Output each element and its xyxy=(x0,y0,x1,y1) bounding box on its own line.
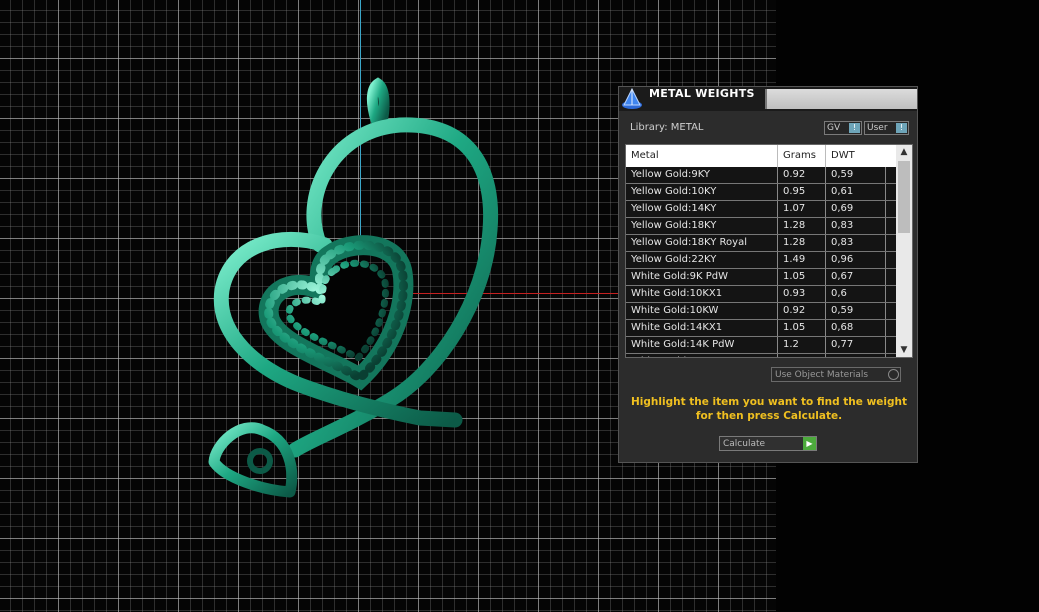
info-icon: ! xyxy=(849,123,860,133)
scroll-up-icon[interactable]: ▲ xyxy=(896,145,912,159)
table-row[interactable]: Yellow Gold:9KY 0.92 0,59 xyxy=(626,167,896,184)
gv-library-button[interactable]: GV ! xyxy=(824,121,862,135)
cell-dwt: 0,77 xyxy=(826,337,886,353)
instruction-text: Highlight the item you want to find the … xyxy=(629,395,909,423)
cell-dwt: 0,59 xyxy=(826,167,886,183)
cell-grams: 1.2 xyxy=(778,337,826,353)
calculate-label: Calculate xyxy=(723,439,766,449)
cell-grams: 1.28 xyxy=(778,235,826,251)
table-row[interactable]: Yellow Gold:10KY 0.95 0,61 xyxy=(626,184,896,201)
table-row[interactable]: Yellow Gold:14KY 1.07 0,69 xyxy=(626,201,896,218)
cell-metal: White Gold:10KX1 xyxy=(626,286,778,302)
cell-metal: White Gold:14K PdW xyxy=(626,337,778,353)
cell-metal: White Gold:14KX1 xyxy=(626,320,778,336)
library-label: Library: METAL xyxy=(630,122,704,133)
metal-weights-table[interactable]: Metal Grams DWT Yellow Gold:9KY 0.92 0,59 Y… xyxy=(625,144,913,358)
play-arrow-icon: ▶ xyxy=(803,437,816,450)
table-row[interactable]: White Gold:10KW 0.92 0,59 xyxy=(626,303,896,320)
radio-indicator-icon xyxy=(888,369,899,380)
user-label: User xyxy=(867,123,888,133)
cell-metal: Yellow Gold:18KY xyxy=(626,218,778,234)
instruction-line-2: for then press Calculate. xyxy=(695,410,843,422)
cell-dwt: 0,67 xyxy=(826,354,886,357)
table-row[interactable]: White Gold:14KW1.050,67 xyxy=(626,354,896,357)
cell-grams: 0.92 xyxy=(778,167,826,183)
scroll-thumb[interactable] xyxy=(898,161,910,233)
cell-metal: White Gold:10KW xyxy=(626,303,778,319)
use-object-materials-toggle[interactable]: Use Object Materials xyxy=(771,367,901,382)
cell-dwt: 0,69 xyxy=(826,201,886,217)
cell-metal: Yellow Gold:22KY xyxy=(626,252,778,268)
panel-titlebar[interactable]: METAL WEIGHTS ✕ xyxy=(619,87,917,111)
table-row[interactable]: Yellow Gold:18KY Royal 1.28 0,83 xyxy=(626,235,896,252)
cell-dwt: 0,83 xyxy=(826,235,886,251)
table-body: Yellow Gold:9KY 0.92 0,59 Yellow Gold:10KY 0… xyxy=(626,167,896,357)
table-row[interactable]: White Gold:9K PdW 1.05 0,67 xyxy=(626,269,896,286)
cell-dwt: 0,96 xyxy=(826,252,886,268)
cell-grams: 1.05 xyxy=(778,354,826,357)
cell-metal: Yellow Gold:9KY xyxy=(626,167,778,183)
cell-metal: Yellow Gold:18KY Royal xyxy=(626,235,778,251)
title-bar-fill: ✕ xyxy=(765,89,917,109)
cell-metal: Yellow Gold:10KY xyxy=(626,184,778,200)
cell-grams: 1.28 xyxy=(778,218,826,234)
table-row[interactable]: Yellow Gold:18KY 1.28 0,83 xyxy=(626,218,896,235)
column-header-grams[interactable]: Grams xyxy=(778,145,826,167)
cell-grams: 0.93 xyxy=(778,286,826,302)
cell-grams: 1.05 xyxy=(778,320,826,336)
cell-dwt: 0,59 xyxy=(826,303,886,319)
cell-metal: White Gold:9K PdW xyxy=(626,269,778,285)
cell-grams: 0.92 xyxy=(778,303,826,319)
panel-title: METAL WEIGHTS xyxy=(649,87,755,100)
cell-dwt: 0,68 xyxy=(826,320,886,336)
table-scrollbar[interactable]: ▲ ▼ xyxy=(896,145,912,357)
app-logo-icon xyxy=(622,88,642,109)
cell-dwt: 0,83 xyxy=(826,218,886,234)
instruction-line-1: Highlight the item you want to find the … xyxy=(631,396,907,408)
info-icon: ! xyxy=(896,123,907,133)
table-row[interactable]: White Gold:10KX1 0.93 0,6 xyxy=(626,286,896,303)
cell-grams: 1.05 xyxy=(778,269,826,285)
cell-metal: Yellow Gold:14KY xyxy=(626,201,778,217)
cell-dwt: 0,67 xyxy=(826,269,886,285)
cell-grams: 1.49 xyxy=(778,252,826,268)
column-header-metal[interactable]: Metal xyxy=(626,145,778,167)
cell-dwt: 0,61 xyxy=(826,184,886,200)
gv-label: GV xyxy=(827,123,841,133)
metal-weights-panel[interactable]: METAL WEIGHTS ✕ Library: METAL GV ! User… xyxy=(618,86,918,463)
column-header-dwt[interactable]: DWT xyxy=(826,145,886,167)
use-object-materials-label: Use Object Materials xyxy=(775,370,869,380)
cell-grams: 0.95 xyxy=(778,184,826,200)
table-row[interactable]: White Gold:14KX1 1.05 0,68 xyxy=(626,320,896,337)
cell-metal: White Gold:14KW xyxy=(626,354,778,357)
table-row[interactable]: White Gold:14K PdW 1.2 0,77 xyxy=(626,337,896,354)
table-header: Metal Grams DWT xyxy=(626,145,896,167)
cell-dwt: 0,6 xyxy=(826,286,886,302)
cell-grams: 1.07 xyxy=(778,201,826,217)
scroll-down-icon[interactable]: ▼ xyxy=(896,343,912,357)
user-library-button[interactable]: User ! xyxy=(864,121,909,135)
table-row[interactable]: Yellow Gold:22KY 1.49 0,96 xyxy=(626,252,896,269)
calculate-button[interactable]: Calculate ▶ xyxy=(719,436,817,451)
